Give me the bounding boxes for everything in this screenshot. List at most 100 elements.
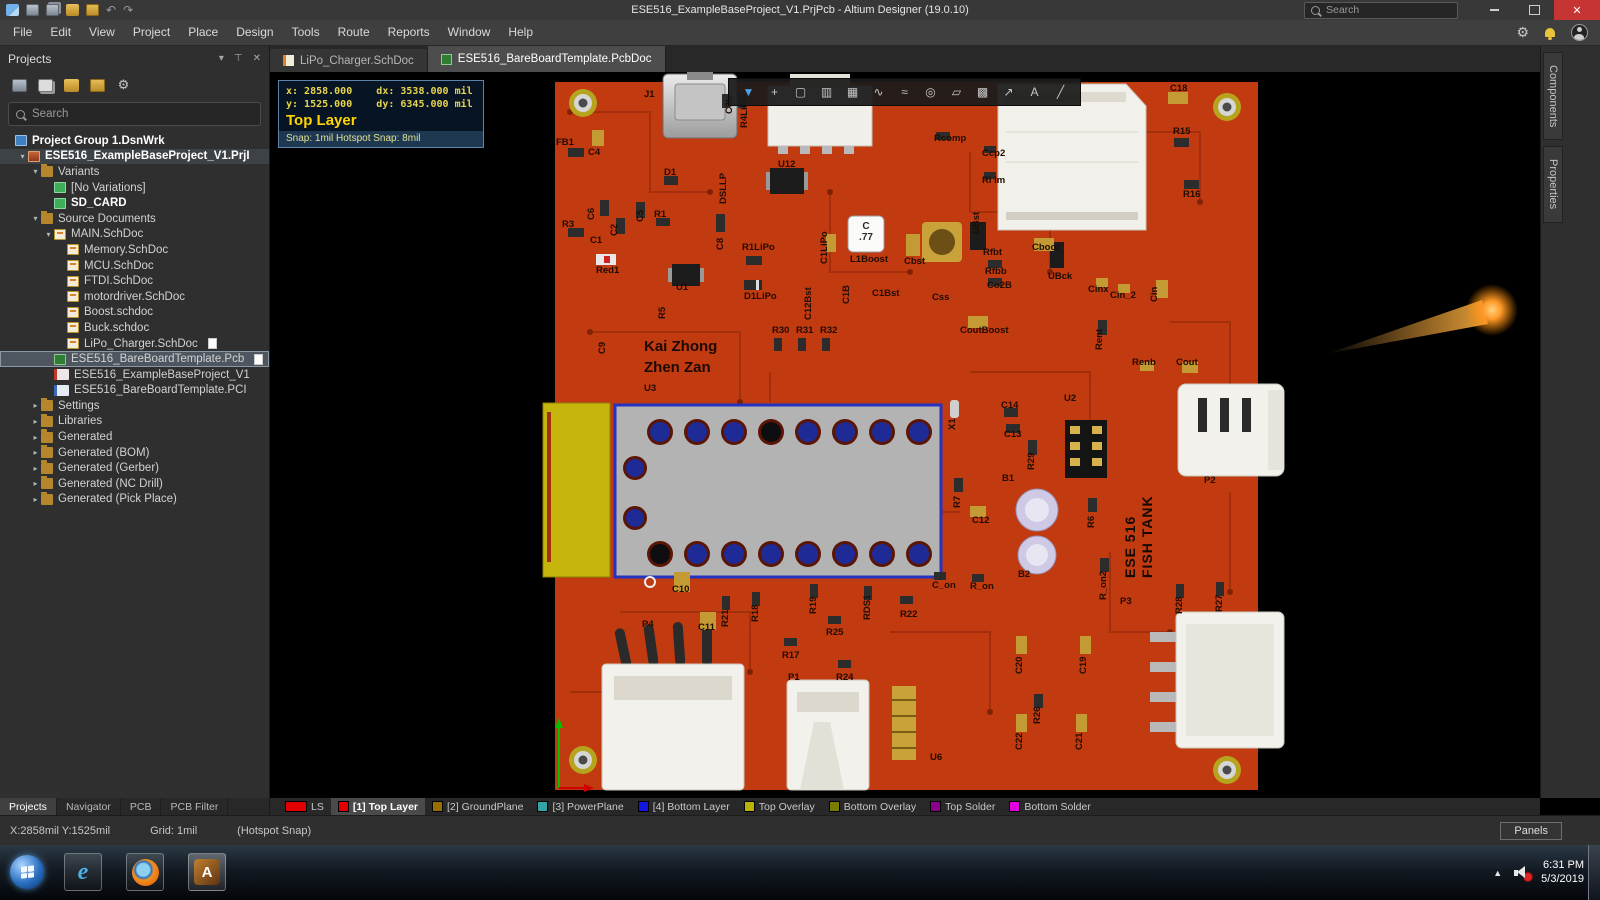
tree-item[interactable]: ▾ Variants — [0, 164, 269, 180]
tree-item[interactable]: Boost.schdoc — [0, 305, 269, 321]
redo-icon[interactable]: ↷ — [123, 4, 133, 16]
select-area-icon[interactable]: ▢ — [789, 82, 812, 102]
show-desktop-button[interactable] — [1588, 845, 1600, 900]
button-b1[interactable] — [1015, 488, 1059, 532]
tree-item[interactable]: ▸ Libraries — [0, 413, 269, 430]
save-all-icon[interactable] — [46, 4, 59, 16]
volume-icon[interactable] — [1514, 866, 1534, 882]
crystal-x1[interactable] — [950, 400, 959, 418]
settings-gear-icon[interactable]: ⚙ — [1516, 24, 1529, 41]
tree-item[interactable]: motordriver.SchDoc — [0, 289, 269, 305]
tree-item[interactable]: ESE516_ExampleBaseProject_V1 — [0, 367, 269, 383]
minimize-button[interactable] — [1474, 0, 1514, 20]
layer-tab[interactable]: [2] GroundPlane — [425, 798, 530, 815]
curve-icon[interactable]: ≈ — [893, 82, 916, 102]
route-icon[interactable]: ∿ — [867, 82, 890, 102]
menu-item-reports[interactable]: Reports — [379, 20, 439, 45]
layer-tab[interactable]: [3] PowerPlane — [530, 798, 630, 815]
tree-item[interactable]: ▾ ESE516_ExampleBaseProject_V1.PrjI — [0, 148, 269, 165]
layer-tab[interactable]: [1] Top Layer — [330, 798, 425, 815]
user-avatar[interactable] — [1571, 24, 1588, 41]
right-tab-components[interactable]: Components — [1543, 52, 1563, 141]
tree-item[interactable]: ▸ Generated (Gerber) — [0, 460, 269, 476]
menu-item-project[interactable]: Project — [124, 20, 179, 45]
header-u6[interactable] — [892, 686, 916, 760]
projects-search-input[interactable]: Search — [8, 102, 261, 126]
menu-item-design[interactable]: Design — [227, 20, 282, 45]
tree-expand-arrow[interactable]: ▸ — [30, 495, 41, 504]
tree-item[interactable]: Memory.SchDoc — [0, 242, 269, 258]
tree-expand-arrow[interactable]: ▸ — [30, 401, 41, 410]
tree-item[interactable]: ▸ Generated (BOM) — [0, 444, 269, 461]
tree-expand-arrow[interactable]: ▾ — [30, 167, 41, 176]
inductor-l1boost[interactable] — [922, 222, 962, 262]
layer-tab[interactable]: Top Overlay — [737, 798, 822, 815]
tree-expand-arrow[interactable]: ▸ — [30, 417, 41, 426]
tree-expand-arrow[interactable]: ▸ — [30, 464, 41, 473]
pcb-3d-view[interactable] — [270, 72, 1540, 798]
taskbar-clock[interactable]: 6:31 PM 5/3/2019 — [1541, 859, 1584, 886]
tree-expand-arrow[interactable]: ▸ — [30, 433, 41, 442]
ic-u12[interactable] — [766, 168, 808, 194]
tree-item[interactable]: Buck.schdoc — [0, 320, 269, 336]
right-tab-properties[interactable]: Properties — [1543, 146, 1563, 223]
tree-item[interactable]: ▸ Generated (NC Drill) — [0, 476, 269, 492]
add-icon[interactable]: + — [763, 82, 786, 102]
taskbar-firefox[interactable] — [126, 853, 164, 891]
save-icon[interactable] — [26, 4, 39, 16]
panel-tab-pcb-filter[interactable]: PCB Filter — [161, 798, 229, 815]
save-icon[interactable] — [12, 78, 27, 92]
connector-p2[interactable] — [1177, 383, 1285, 477]
tree-item[interactable]: SD_CARD — [0, 195, 269, 211]
tree-item[interactable]: MCU.SchDoc — [0, 258, 269, 274]
global-search-input[interactable]: Search — [1304, 1, 1458, 19]
tree-item[interactable]: FTDI.SchDoc — [0, 273, 269, 289]
connector-p1[interactable] — [786, 679, 870, 791]
panel-tab-projects[interactable]: Projects — [0, 798, 57, 815]
notifications-bell-icon[interactable] — [1545, 28, 1555, 40]
menu-item-help[interactable]: Help — [499, 20, 542, 45]
panel-menu-icon[interactable]: ▾ — [219, 53, 224, 64]
layer-tab[interactable]: Top Solder — [923, 798, 1002, 815]
measure-icon[interactable]: ↗ — [997, 82, 1020, 102]
tree-expand-arrow[interactable]: ▸ — [30, 479, 41, 488]
open-project-icon[interactable] — [86, 4, 99, 16]
close-button[interactable] — [1554, 0, 1600, 20]
tree-item[interactable]: ▾ Source Documents — [0, 210, 269, 227]
tree-expand-arrow[interactable]: ▾ — [17, 152, 28, 161]
ic-ubst[interactable] — [970, 222, 986, 250]
header-u2[interactable] — [1065, 420, 1107, 478]
pin-icon[interactable]: ⊤ — [234, 53, 243, 64]
maximize-button[interactable] — [1514, 0, 1554, 20]
diode-d1lipo[interactable] — [744, 280, 762, 290]
tree-item[interactable]: [No Variations] — [0, 180, 269, 196]
undo-icon[interactable]: ↶ — [106, 4, 116, 16]
layer-tab[interactable]: Bottom Solder — [1002, 798, 1098, 815]
via-icon[interactable]: ◎ — [919, 82, 942, 102]
tree-expand-arrow[interactable]: ▾ — [43, 230, 54, 239]
menu-item-tools[interactable]: Tools — [283, 20, 329, 45]
tree-item[interactable]: ▸ Generated (Pick Place) — [0, 491, 269, 508]
layer-tab[interactable]: Bottom Overlay — [822, 798, 923, 815]
ic-u1[interactable] — [668, 264, 704, 286]
layer-tab[interactable]: [4] Bottom Layer — [631, 798, 737, 815]
panel-tab-pcb[interactable]: PCB — [121, 798, 162, 815]
button-b2[interactable] — [1017, 535, 1057, 575]
panels-button[interactable]: Panels — [1500, 822, 1562, 840]
tree-expand-arrow[interactable]: ▸ — [30, 448, 41, 457]
tree-item[interactable]: ▸ Generated — [0, 429, 269, 445]
document-tab[interactable]: LiPo_Charger.SchDoc — [270, 49, 428, 72]
tree-expand-arrow[interactable]: ▾ — [30, 214, 41, 223]
panel-tab-navigator[interactable]: Navigator — [57, 798, 121, 815]
open-project-icon[interactable] — [90, 78, 105, 92]
mask-icon[interactable]: ▩ — [971, 82, 994, 102]
columns-icon[interactable]: ▥ — [815, 82, 838, 102]
fill-icon[interactable]: ▦ — [841, 82, 864, 102]
document-tab[interactable]: ESE516_BareBoardTemplate.PcbDoc — [427, 46, 666, 72]
close-panel-icon[interactable]: ✕ — [253, 53, 261, 64]
tree-item[interactable]: ▸ Settings — [0, 398, 269, 414]
led-red1[interactable] — [596, 254, 616, 265]
settings-icon[interactable]: ⚙ — [116, 77, 131, 92]
layer-tab[interactable]: LS — [278, 798, 331, 815]
menu-item-place[interactable]: Place — [179, 20, 227, 45]
